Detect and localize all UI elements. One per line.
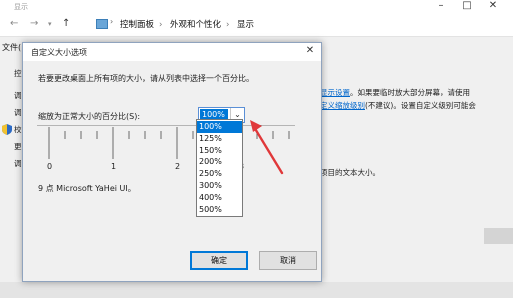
shield-icon bbox=[2, 124, 12, 137]
custom-scaling-link[interactable]: 定义缩放级别 bbox=[320, 101, 365, 110]
description-text: 。如果要临时放大部分屏幕，请使用 bbox=[350, 88, 470, 97]
breadcrumb-chevron-icon: › bbox=[110, 17, 114, 26]
breadcrumb: 控制面板 › 外观和个性化 › 显示 bbox=[120, 20, 254, 30]
address-box[interactable]: › 控制面板 › 外观和个性化 › 显示 bbox=[96, 17, 476, 32]
recent-dropdown-icon[interactable]: ▾ bbox=[48, 20, 52, 28]
address-bar-row: ← → ▾ ↑ › 控制面板 › 外观和个性化 › 显示 bbox=[0, 14, 513, 37]
dropdown-option[interactable]: 250% bbox=[197, 168, 242, 180]
background-bottom-bar bbox=[0, 282, 513, 298]
dialog-title: 自定义大小选项 bbox=[31, 48, 87, 57]
dropdown-option[interactable]: 125% bbox=[197, 133, 242, 145]
dropdown-option[interactable]: 200% bbox=[197, 156, 242, 168]
forward-arrow-icon[interactable]: → bbox=[30, 18, 38, 29]
breadcrumb-item[interactable]: 显示 bbox=[237, 20, 254, 30]
back-arrow-icon[interactable]: ← bbox=[10, 18, 18, 29]
cancel-button[interactable]: 取消 bbox=[259, 251, 317, 270]
left-text-fragment: 调 bbox=[14, 108, 22, 117]
menu-file[interactable]: 文件( bbox=[2, 42, 21, 53]
left-text-fragment: 更 bbox=[14, 142, 22, 151]
ok-button[interactable]: 确定 bbox=[190, 251, 248, 270]
dropdown-option[interactable]: 150% bbox=[197, 145, 242, 157]
left-text-fragment: 调 bbox=[14, 159, 22, 168]
dialog-close-button[interactable]: ✕ bbox=[303, 45, 317, 56]
display-settings-link[interactable]: 显示设置 bbox=[320, 88, 350, 97]
breadcrumb-item[interactable]: 控制面板 bbox=[120, 20, 154, 30]
close-window-button[interactable]: ✕ bbox=[481, 0, 505, 11]
dialog-titlebar: 自定义大小选项 ✕ bbox=[23, 43, 321, 61]
left-text-fragment: 校 bbox=[14, 125, 22, 134]
annotation-arrow-icon bbox=[250, 120, 284, 175]
description-line-1: 显示设置。如果要临时放大部分屏幕，请使用 bbox=[320, 87, 470, 98]
window-controls: – □ ✕ bbox=[429, 0, 509, 14]
ruler-label: 2 bbox=[175, 162, 180, 171]
font-sample-info: 9 点 Microsoft YaHei UI。 bbox=[38, 184, 136, 193]
description-line-2: 定义缩放级别(不建议)。设置自定义级别可能会 bbox=[320, 100, 476, 111]
dropdown-option[interactable]: 400% bbox=[197, 192, 242, 204]
ruler-label: 1 bbox=[111, 162, 116, 171]
left-text-fragment: 调 bbox=[14, 91, 22, 100]
dropdown-option[interactable]: 500% bbox=[197, 204, 242, 216]
up-arrow-icon[interactable]: ↑ bbox=[62, 18, 70, 29]
breadcrumb-item[interactable]: 外观和个性化 bbox=[170, 20, 221, 30]
maximize-button[interactable]: □ bbox=[455, 0, 479, 11]
background-button[interactable] bbox=[484, 228, 513, 244]
scale-percent-label: 缩放为正常大小的百分比(S): bbox=[38, 112, 141, 121]
window-title: 显示 bbox=[14, 3, 28, 11]
description-text: (不建议)。设置自定义级别可能会 bbox=[365, 101, 476, 110]
scale-percent-dropdown-list: 100% 125% 150% 200% 250% 300% 400% 500% bbox=[196, 119, 243, 217]
description-line-3: 项目的文本大小。 bbox=[320, 168, 380, 177]
ruler-label: 0 bbox=[47, 162, 52, 171]
control-panel-icon bbox=[96, 19, 108, 29]
dialog-instruction: 若要更改桌面上所有项的大小，请从列表中选择一个百分比。 bbox=[38, 74, 254, 83]
dropdown-option[interactable]: 100% bbox=[197, 121, 242, 133]
minimize-button[interactable]: – bbox=[429, 0, 453, 11]
left-text-fragment: 控 bbox=[14, 69, 22, 78]
dropdown-option[interactable]: 300% bbox=[197, 180, 242, 192]
